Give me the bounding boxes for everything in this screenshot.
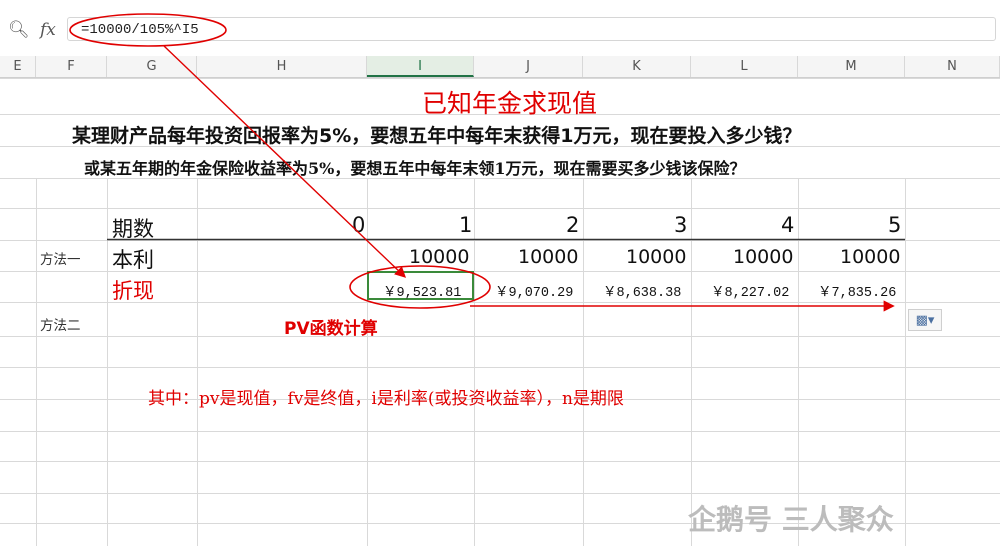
annotation-layer [69, 13, 895, 312]
formula-highlight-ellipse [69, 13, 227, 47]
cell-highlight-ellipse [349, 265, 491, 309]
arrow-formula-to-cell [163, 45, 407, 278]
